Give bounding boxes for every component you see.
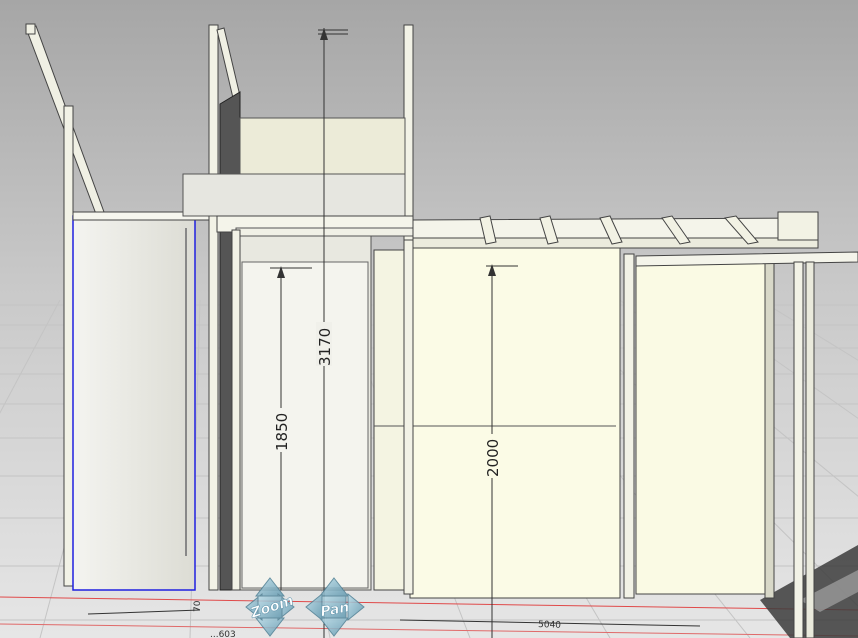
left-wardrobe-panel[interactable] <box>72 215 196 591</box>
center-cabinet-post <box>231 229 241 591</box>
dimension-label-bottom-left: ...603 <box>210 630 236 638</box>
right-door-panel[interactable] <box>635 261 775 595</box>
center-cabinet-inner <box>241 261 369 589</box>
right-pergola-post <box>793 261 804 638</box>
rafter-end-block <box>777 211 819 241</box>
scene-canvas[interactable]: 3170 1850 2000 5040 ...603 70 Zoom Pan <box>0 0 858 638</box>
left-front-post <box>63 105 74 587</box>
mid-cross-beam-lower <box>235 227 417 237</box>
left-back-post <box>25 23 36 35</box>
right-door-edge <box>764 261 775 599</box>
right-door-post <box>623 253 635 599</box>
upper-cabinet <box>182 173 406 217</box>
dimension-label-side: 70 <box>193 600 203 612</box>
dimension-label-bottom-width: 5040 <box>538 620 562 631</box>
dimension-label-right: 2000 <box>484 439 502 477</box>
right-front-panel[interactable] <box>409 247 621 599</box>
mid-post-1 <box>403 239 414 595</box>
upper-back-panel <box>239 117 406 177</box>
3d-viewport[interactable]: 3170 1850 2000 5040 ...603 70 Zoom Pan <box>0 0 858 638</box>
dimension-label-total: 3170 <box>316 328 334 366</box>
dimension-label-left: 1850 <box>273 413 291 451</box>
right-pergola-post-2 <box>805 261 815 638</box>
center-left-post <box>208 24 219 591</box>
